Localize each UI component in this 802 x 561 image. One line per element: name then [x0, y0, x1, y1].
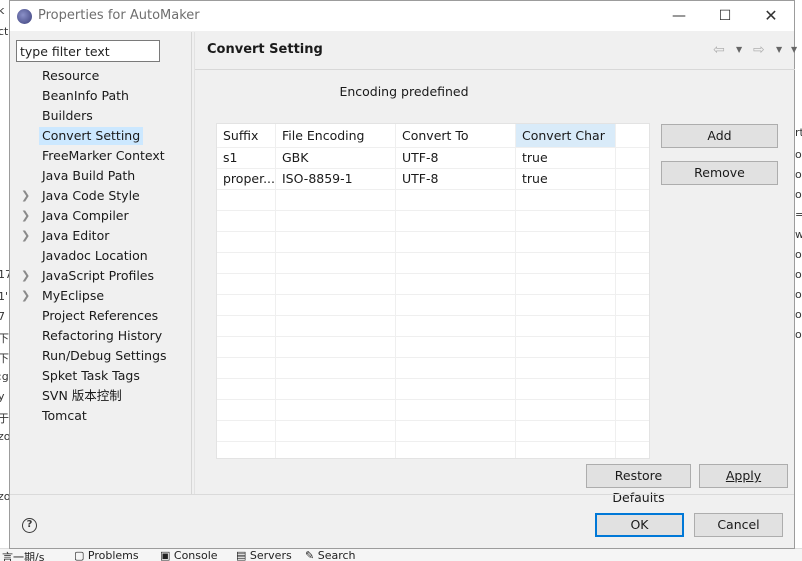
back-arrow-icon[interactable]: ⇦: [713, 42, 725, 58]
tree-item-label: Tomcat: [42, 408, 87, 423]
back-dropdown-icon[interactable]: ▼: [736, 45, 742, 54]
ok-button[interactable]: OK: [595, 513, 684, 537]
row-gridline: [217, 294, 649, 295]
background-editor-right: rt o o o = w ooo oo: [794, 0, 802, 561]
menu-dropdown-icon[interactable]: ▼: [791, 45, 797, 54]
tree-item-label: Builders: [42, 108, 93, 123]
row-gridline: [217, 378, 649, 379]
tree-item-label: Convert Setting: [39, 127, 144, 145]
maximize-icon[interactable]: ☐: [702, 1, 748, 31]
encoding-table[interactable]: Suffix File Encoding Convert To Convert Cha…: [216, 123, 650, 459]
tree-item-label: Java Build Path: [42, 168, 136, 183]
column-header[interactable]: Suffix: [217, 124, 276, 147]
tree-item-label: Java Editor: [42, 228, 110, 243]
page-caption: Encoding predefined: [339, 84, 469, 99]
close-icon[interactable]: ✕: [748, 1, 794, 31]
page-header: Convert Setting ⇦ ▼ ⇨ ▼ ▼: [195, 32, 797, 70]
tree-item-label: Refactoring History: [42, 328, 163, 343]
table-cell[interactable]: true: [516, 148, 616, 168]
column-header[interactable]: File Encoding: [276, 124, 396, 147]
table-cell[interactable]: UTF-8: [396, 169, 516, 189]
tree-item-label: Java Compiler: [42, 208, 129, 223]
tree-item-label: Java Code Style: [42, 188, 140, 203]
background-view-tabs: 言一期/s ▢ Problems ▣ Console ▤ Servers ✎ S…: [0, 548, 802, 561]
properties-dialog: Properties for AutoMaker — ☐ ✕ Resource B…: [9, 0, 797, 549]
chevron-right-icon[interactable]: ❯: [21, 227, 31, 245]
page-title: Convert Setting: [207, 42, 323, 57]
row-gridline: [217, 357, 649, 358]
chevron-right-icon[interactable]: ❯: [21, 207, 31, 225]
tree-item-label: Resource: [42, 68, 100, 83]
row-gridline: [217, 399, 649, 400]
tree-item-label: MyEclipse: [42, 288, 105, 303]
filter-input[interactable]: [16, 40, 160, 62]
column-header[interactable]: Convert To: [396, 124, 516, 147]
minimize-icon[interactable]: —: [656, 1, 702, 31]
chevron-right-icon[interactable]: ❯: [21, 287, 31, 305]
tree-item-label: SVN 版本控制: [42, 388, 122, 403]
row-gridline: [217, 231, 649, 232]
row-gridline: [217, 315, 649, 316]
tree-item-label: FreeMarker Context: [42, 148, 165, 163]
window-title: Properties for AutoMaker: [38, 8, 200, 23]
table-cell[interactable]: proper...: [217, 169, 276, 189]
chevron-right-icon[interactable]: ❯: [21, 267, 31, 285]
forward-arrow-icon[interactable]: ⇨: [753, 42, 765, 58]
add-button[interactable]: Add: [661, 124, 778, 148]
apply-button[interactable]: Apply: [699, 464, 788, 488]
forward-dropdown-icon[interactable]: ▼: [776, 45, 782, 54]
row-gridline: [217, 336, 649, 337]
table-cell[interactable]: ISO-8859-1: [276, 169, 396, 189]
row-gridline: [217, 420, 649, 421]
row-gridline: [217, 189, 649, 190]
cancel-button[interactable]: Cancel: [694, 513, 783, 537]
tree-item-label: Project References: [42, 308, 159, 323]
help-icon[interactable]: ?: [22, 518, 37, 533]
background-editor-left: kct17 1'7下 下:gy 于zozo: [0, 0, 9, 561]
tree-item-label: JavaScript Profiles: [42, 268, 155, 283]
tree-item-label: Spket Task Tags: [42, 368, 140, 383]
column-header[interactable]: Convert Char: [516, 124, 616, 147]
remove-button[interactable]: Remove: [661, 161, 778, 185]
table-cell[interactable]: UTF-8: [396, 148, 516, 168]
pane-divider[interactable]: [191, 32, 192, 494]
chevron-right-icon[interactable]: ❯: [21, 187, 31, 205]
row-gridline: [217, 252, 649, 253]
restore-defaults-button[interactable]: Restore Defaults: [586, 464, 691, 505]
row-gridline: [217, 441, 649, 442]
tree-item-label: Javadoc Location: [42, 248, 148, 263]
table-cell[interactable]: s1: [217, 148, 276, 168]
table-cell[interactable]: GBK: [276, 148, 396, 168]
table-cell[interactable]: true: [516, 169, 616, 189]
tree-item-label: Run/Debug Settings: [42, 348, 167, 363]
row-gridline: [217, 210, 649, 211]
dialog-footer: ? OK Cancel: [10, 494, 794, 548]
eclipse-icon: [17, 9, 32, 24]
row-gridline: [217, 273, 649, 274]
title-bar: Properties for AutoMaker — ☐ ✕: [10, 1, 794, 31]
